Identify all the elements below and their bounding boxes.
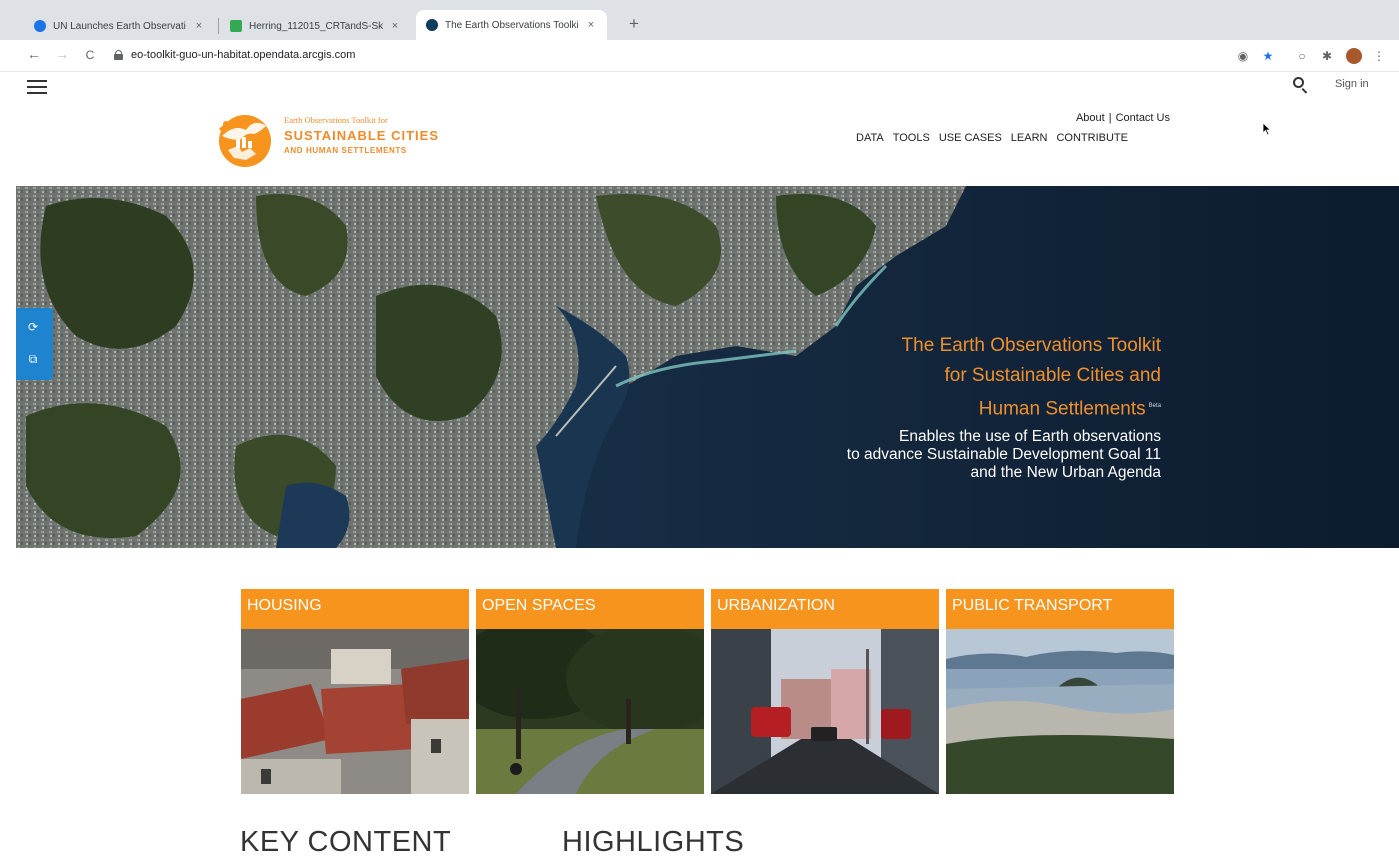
logo-title: SUSTAINABLE CITIES (284, 128, 439, 143)
satellite-city-image (16, 186, 1399, 548)
card-title: PUBLIC TRANSPORT (946, 589, 1174, 629)
urbanization-photo (711, 629, 939, 794)
nav-item-learn[interactable]: LEARN (1011, 132, 1048, 144)
address-bar[interactable]: eo-toolkit-guo-un-habitat.opendata.arcgi… (131, 49, 355, 61)
nav-item-contribute[interactable]: CONTRIBUTE (1056, 132, 1128, 144)
card-title: URBANIZATION (711, 589, 939, 629)
back-button[interactable]: ← (24, 46, 44, 62)
hero-title: The Earth Observations Toolkit for Susta… (902, 331, 1161, 424)
tab-title: Herring_112015_CRTandS-Sky (249, 20, 383, 32)
category-card-open-spaces[interactable]: OPEN SPACES (476, 589, 704, 794)
hero-title-line: for Sustainable Cities and (944, 365, 1161, 386)
sign-in-link[interactable]: Sign in (1335, 78, 1369, 90)
close-tab-icon[interactable]: × (389, 20, 401, 32)
hero-title-line: Human Settlements (978, 398, 1146, 420)
category-card-housing[interactable]: HOUSING (241, 589, 469, 794)
share-icon[interactable]: ⟳ (26, 320, 40, 334)
highlights-heading: HIGHLIGHTS (562, 826, 745, 858)
hero-banner: The Earth Observations Toolkit for Susta… (16, 186, 1399, 548)
utility-nav: About | Contact Us (1000, 112, 1170, 124)
beta-badge: Beta (1148, 403, 1161, 409)
logo-subtitle: AND HUMAN SETTLEMENTS (284, 146, 407, 155)
tab-title: The Earth Observations Toolki (445, 19, 579, 31)
mouse-cursor-icon (1262, 122, 1272, 136)
site-favicon-icon (426, 19, 438, 31)
bookmark-star-icon[interactable]: ★ (1259, 47, 1277, 65)
reload-button[interactable]: C (80, 48, 100, 62)
extension-circle-icon[interactable]: ○ (1293, 47, 1311, 65)
drive-favicon-icon (230, 20, 242, 32)
contact-us-link[interactable]: Contact Us (1116, 112, 1170, 124)
browser-tab-herring[interactable]: Herring_112015_CRTandS-Sky × (220, 12, 411, 40)
category-card-urbanization[interactable]: URBANIZATION (711, 589, 939, 794)
globe-logo-icon (218, 115, 271, 167)
nav-separator: | (1108, 112, 1112, 124)
hamburger-menu-icon[interactable] (27, 80, 47, 95)
new-tab-button[interactable]: + (624, 14, 644, 34)
site-logo[interactable]: Earth Observations Toolkit for SUSTAINAB… (216, 107, 452, 173)
close-tab-icon[interactable]: × (585, 19, 597, 31)
category-card-public-transport[interactable]: PUBLIC TRANSPORT (946, 589, 1174, 794)
browser-tab-strip: UN Launches Earth Observati × Herring_11… (0, 0, 1399, 40)
hero-subtitle-line: to advance Sustainable Development Goal … (846, 446, 1161, 463)
housing-photo (241, 629, 469, 794)
hero-subtitle-line: and the New Urban Agenda (970, 464, 1161, 481)
about-link[interactable]: About (1076, 112, 1105, 124)
lock-icon[interactable] (114, 50, 123, 60)
forward-button[interactable]: → (52, 46, 72, 62)
search-icon[interactable] (1292, 76, 1310, 94)
tab-divider (218, 18, 219, 34)
nav-item-use-cases[interactable]: USE CASES (939, 132, 1002, 144)
card-title: HOUSING (241, 589, 469, 629)
external-link-icon[interactable]: ⧉ (26, 352, 40, 366)
hero-subtitle-line: Enables the use of Earth observations (899, 428, 1161, 445)
browser-tab-eo-toolkit[interactable]: The Earth Observations Toolki × (416, 10, 607, 40)
eye-slash-icon[interactable]: ◉ (1234, 47, 1252, 65)
hero-title-line: The Earth Observations Toolkit (901, 335, 1161, 356)
profile-avatar[interactable] (1345, 47, 1363, 65)
key-content-heading: KEY CONTENT (240, 826, 452, 858)
close-tab-icon[interactable]: × (193, 20, 205, 32)
puzzle-extensions-icon[interactable]: ✱ (1318, 47, 1336, 65)
nav-item-data[interactable]: DATA (856, 132, 884, 144)
logo-tagline: Earth Observations Toolkit for (284, 115, 388, 125)
share-sidebar: ⟳ ⧉ (16, 308, 53, 380)
public-transport-photo (946, 629, 1174, 794)
nav-item-tools[interactable]: TOOLS (893, 132, 930, 144)
open-spaces-photo (476, 629, 704, 794)
tab-title: UN Launches Earth Observati (53, 20, 186, 32)
browser-tab-un-launches[interactable]: UN Launches Earth Observati × (24, 12, 215, 40)
browser-toolbar: ← → C eo-toolkit-guo-un-habitat.opendata… (0, 40, 1399, 72)
card-title: OPEN SPACES (476, 589, 704, 629)
browser-menu-icon[interactable]: ⋮ (1370, 47, 1388, 65)
globe-favicon-icon (34, 20, 46, 32)
main-nav: DATA TOOLS USE CASES LEARN CONTRIBUTE (856, 132, 1128, 144)
hero-subtitle: Enables the use of Earth observations to… (847, 428, 1161, 482)
